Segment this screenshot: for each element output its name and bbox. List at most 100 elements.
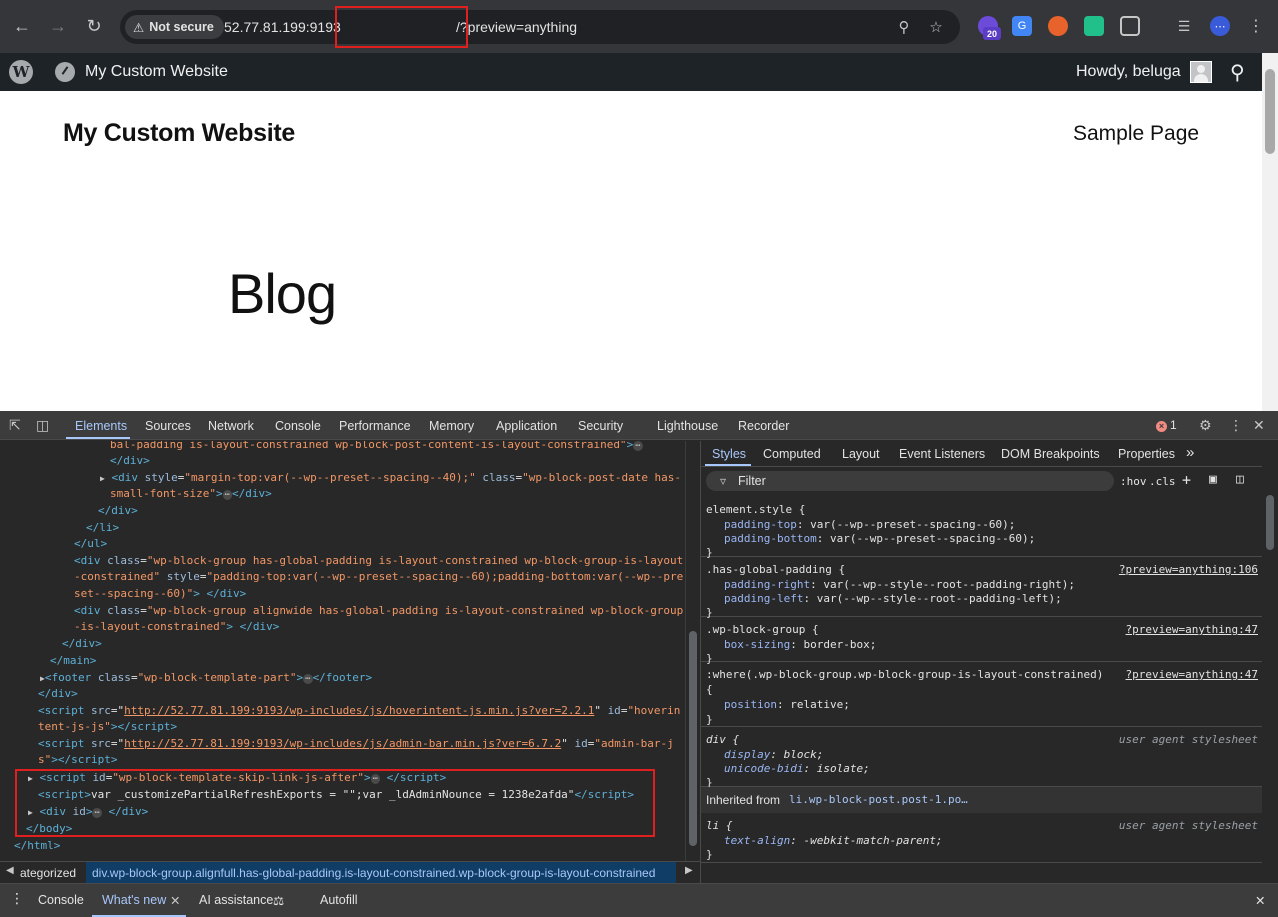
back-icon[interactable]: ←	[8, 12, 36, 40]
forward-icon[interactable]: →	[44, 12, 72, 40]
elements-scrollbar[interactable]	[685, 441, 700, 861]
paint-icon[interactable]: ▣	[1209, 472, 1217, 487]
dom-line[interactable]: -is-layout-constrained"> </div>	[74, 620, 279, 634]
dom-line[interactable]: s"></script>	[38, 753, 117, 767]
dom-line[interactable]: <div class="wp-block-group alignwide has…	[74, 604, 683, 618]
add-rule-icon[interactable]: +	[1182, 471, 1191, 489]
warning-icon: ⚠	[133, 20, 145, 35]
drawer-tab-autofill[interactable]: Autofill	[320, 893, 358, 907]
hov-toggle[interactable]: :hov	[1120, 475, 1147, 488]
tab-properties[interactable]: Properties	[1118, 447, 1175, 461]
reload-icon[interactable]: ↻	[80, 12, 108, 40]
tab-recorder[interactable]: Recorder	[738, 419, 789, 433]
code-highlight-annotation	[15, 769, 655, 837]
menu-icon[interactable]: ⋮	[1246, 16, 1266, 36]
sidebar-icon[interactable]: ◫	[1236, 472, 1244, 487]
dom-line[interactable]: bal-padding is-layout-constrained wp-blo…	[110, 441, 643, 452]
wordpress-icon[interactable]: W	[9, 60, 33, 84]
dom-line[interactable]: </li>	[86, 521, 119, 535]
close-icon[interactable]: ✕	[1253, 417, 1265, 434]
close-tab-icon[interactable]: ✕	[170, 893, 180, 908]
source-link[interactable]: ?preview=anything:47	[1126, 668, 1258, 681]
more-icon[interactable]: ⋮	[1229, 417, 1243, 434]
extensions-icon[interactable]	[1120, 16, 1140, 36]
styles-filter-input[interactable]: ▿ Filter	[706, 471, 1114, 491]
page-scrollbar[interactable]	[1262, 53, 1278, 411]
dom-line[interactable]: ▶ <div style="margin-top:var(--wp--prese…	[100, 471, 681, 486]
style-rule[interactable]: .wp-block-group { ?preview=anything:47 b…	[701, 617, 1262, 665]
device-icon[interactable]: ◫	[36, 417, 49, 434]
tab-layout[interactable]: Layout	[842, 447, 880, 461]
style-rule[interactable]: .has-global-padding { ?preview=anything:…	[701, 557, 1262, 619]
dom-line[interactable]: tent-js-js"></script>	[38, 720, 177, 734]
drawer-tab-console[interactable]: Console	[38, 893, 84, 907]
avatar[interactable]	[1190, 61, 1212, 83]
breadcrumb-item[interactable]: ategorized	[20, 866, 76, 880]
more-tabs-icon[interactable]: »	[1186, 444, 1194, 461]
tab-sources[interactable]: Sources	[145, 419, 191, 433]
tab-elements[interactable]: Elements	[75, 419, 127, 433]
source-link[interactable]: ?preview=anything:106	[1119, 563, 1258, 576]
styles-scrollbar[interactable]	[1262, 491, 1278, 883]
security-chip[interactable]: ⚠ Not secure	[125, 15, 224, 39]
chevron-right-icon[interactable]: ▶	[685, 865, 693, 876]
dom-line[interactable]: <script src="http://52.77.81.199:9193/wp…	[38, 737, 674, 751]
media-icon[interactable]: ☰	[1174, 16, 1194, 36]
inspect-icon[interactable]: ⇱	[9, 417, 21, 434]
address-bar[interactable]: ⚠ Not secure 52.77.81.199:9193 /?preview…	[120, 10, 960, 44]
tab-computed[interactable]: Computed	[763, 447, 821, 461]
dom-line[interactable]: </div>	[38, 687, 78, 701]
star-icon[interactable]: ☆	[926, 17, 946, 37]
cls-toggle[interactable]: .cls	[1149, 475, 1176, 488]
breadcrumb: ◀ ategorized div.wp-block-group.alignful…	[0, 861, 700, 883]
style-rule[interactable]: div { user agent stylesheet display: blo…	[701, 727, 1262, 789]
tab-memory[interactable]: Memory	[429, 419, 474, 433]
zoom-icon[interactable]: ⚲	[894, 17, 914, 37]
dom-line[interactable]: set--spacing--60)"> </div>	[74, 587, 246, 601]
dom-line[interactable]: </html>	[14, 839, 60, 853]
filter-icon: ▿	[720, 474, 727, 488]
site-title[interactable]: My Custom Website	[63, 119, 295, 148]
breadcrumb-current[interactable]: div.wp-block-group.alignfull.has-global-…	[86, 862, 676, 883]
close-icon[interactable]: ✕	[1255, 893, 1265, 908]
error-badge[interactable]: × 1	[1156, 418, 1177, 432]
chevron-left-icon[interactable]: ◀	[6, 865, 14, 876]
tab-security[interactable]: Security	[578, 419, 623, 433]
gear-icon[interactable]: ⚙	[1199, 417, 1212, 434]
source-link[interactable]: ?preview=anything:47	[1126, 623, 1258, 636]
tab-styles[interactable]: Styles	[712, 447, 746, 461]
dom-line[interactable]: ▶<footer class="wp-block-template-part">…	[40, 671, 372, 686]
profile-icon[interactable]: ⋯	[1210, 16, 1230, 36]
drawer-menu-icon[interactable]: ⋮	[10, 890, 24, 907]
dom-line[interactable]: -constrained" style="padding-top:var(--w…	[74, 570, 683, 584]
extension-4-icon[interactable]	[1084, 16, 1104, 36]
inherited-link[interactable]: li.wp-block-post.post-1.po…	[789, 793, 968, 806]
dom-line[interactable]: <script src="http://52.77.81.199:9193/wp…	[38, 704, 680, 718]
tab-event-listeners[interactable]: Event Listeners	[899, 447, 985, 461]
dom-line[interactable]: </div>	[98, 504, 138, 518]
tab-performance[interactable]: Performance	[339, 419, 411, 433]
dom-line[interactable]: small-font-size"> ⋯ </div>	[110, 487, 272, 501]
dom-line[interactable]: </div>	[110, 454, 150, 468]
tab-dom-breakpoints[interactable]: DOM Breakpoints	[1001, 447, 1100, 461]
tab-network[interactable]: Network	[208, 419, 254, 433]
style-rule[interactable]: :where(.wp-block-group.wp-block-group-is…	[701, 662, 1262, 727]
tab-console[interactable]: Console	[275, 419, 321, 433]
tab-application[interactable]: Application	[496, 419, 557, 433]
dom-line[interactable]: </ul>	[74, 537, 107, 551]
style-rule[interactable]: li { user agent stylesheet text-align: -…	[701, 813, 1262, 863]
drawer-tab-whats-new[interactable]: What's new	[102, 893, 166, 907]
translate-icon[interactable]: G	[1012, 16, 1032, 36]
drawer-tab-ai-assistance[interactable]: AI assistance	[199, 893, 273, 907]
admin-greeting[interactable]: Howdy, beluga	[1076, 63, 1181, 81]
dom-line[interactable]: <div class="wp-block-group has-global-pa…	[74, 554, 683, 568]
extension-3-icon[interactable]	[1048, 16, 1068, 36]
style-rule[interactable]: element.style { padding-top: var(--wp--p…	[701, 497, 1262, 559]
search-icon[interactable]: ⚲	[1230, 60, 1245, 85]
dom-line[interactable]: </div>	[62, 637, 102, 651]
admin-site-title[interactable]: My Custom Website	[85, 63, 228, 81]
dashboard-icon[interactable]	[55, 62, 75, 82]
nav-sample-page[interactable]: Sample Page	[1073, 122, 1199, 146]
tab-lighthouse[interactable]: Lighthouse	[657, 419, 718, 433]
dom-line[interactable]: </main>	[50, 654, 96, 668]
